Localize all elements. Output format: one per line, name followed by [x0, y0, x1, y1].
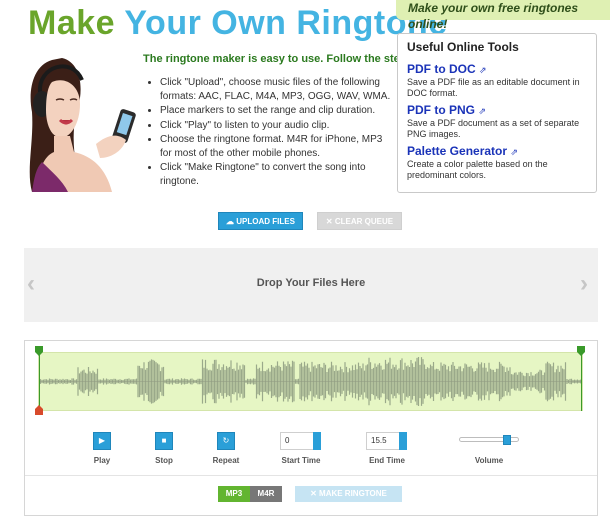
tool-link-label: Palette Generator [407, 144, 508, 158]
start-marker-line [39, 352, 40, 411]
tagline-badge: Make your own free ringtones online! [396, 0, 610, 31]
tool-desc: Save a PDF document as a set of separate… [407, 118, 580, 139]
external-link-icon: ⇗ [479, 65, 487, 75]
play-button[interactable]: ▶ [93, 432, 111, 450]
format-mp3-toggle[interactable]: MP3 [218, 486, 250, 502]
instruction-step: Choose the ringtone format. M4R for iPho… [160, 133, 396, 160]
waveform-area[interactable] [38, 352, 583, 411]
start-time-label: Start Time [281, 456, 321, 465]
instruction-step: Click "Make Ringtone" to convert the son… [160, 161, 396, 188]
playhead-marker[interactable] [34, 405, 44, 415]
close-icon: ✕ [325, 217, 333, 226]
instruction-step: Click "Play" to listen to your audio cli… [160, 119, 396, 133]
play-icon: ▶ [98, 436, 106, 445]
tool-desc: Create a color palette based on the pred… [407, 159, 548, 180]
drop-zone-text: Drop Your Files Here [256, 277, 366, 289]
external-link-icon: ⇗ [478, 106, 486, 116]
clear-queue-label: CLEAR QUEUE [334, 217, 394, 226]
upload-icon: ☁ [226, 217, 235, 226]
tools-heading: Useful Online Tools [407, 40, 519, 54]
tool-link-label: PDF to DOC [407, 62, 476, 76]
make-ringtone-button[interactable]: ✕ MAKE RINGTONE [295, 486, 402, 502]
upload-files-button[interactable]: ☁ UPLOAD FILES [218, 212, 303, 230]
end-time-label: End Time [369, 456, 405, 465]
external-link-icon: ⇗ [510, 147, 518, 157]
chevron-right-icon[interactable]: › [580, 270, 588, 298]
upload-files-label: UPLOAD FILES [236, 217, 295, 226]
close-icon: ✕ [310, 489, 317, 498]
play-label: Play [93, 456, 111, 465]
divider [25, 475, 597, 476]
tool-desc: Save a PDF file as an editable document … [407, 77, 580, 98]
end-marker-handle[interactable] [576, 346, 586, 356]
volume-label: Volume [474, 456, 504, 465]
page-title: Make Your Own Ringtone [28, 4, 448, 43]
title-part-1: Make [28, 4, 116, 42]
chevron-left-icon[interactable]: ‹ [27, 270, 35, 298]
instruction-step: Place markers to set the range and clip … [160, 104, 396, 118]
tool-link-label: PDF to PNG [407, 103, 475, 117]
repeat-label: Repeat [212, 456, 240, 465]
waveform-graphic [39, 357, 582, 406]
tool-link-palette-generator[interactable]: Palette Generator ⇗ [407, 144, 587, 159]
end-marker-line [581, 352, 582, 411]
stop-icon: ■ [161, 436, 167, 445]
make-ringtone-label: MAKE RINGTONE [319, 489, 387, 498]
format-m4r-toggle[interactable]: M4R [250, 486, 282, 502]
instructions-intro: The ringtone maker is easy to use. Follo… [143, 53, 417, 65]
useful-tools-box: Useful Online Tools PDF to DOC ⇗ Save a … [397, 33, 597, 193]
start-time-stepper[interactable] [313, 432, 321, 450]
clear-queue-button[interactable]: ✕ CLEAR QUEUE [317, 212, 402, 230]
tool-link-pdf-to-png[interactable]: PDF to PNG ⇗ [407, 103, 587, 118]
instruction-steps: Click "Upload", choose music files of th… [146, 76, 396, 189]
repeat-icon: ↻ [222, 436, 230, 445]
tool-link-pdf-to-doc[interactable]: PDF to DOC ⇗ [407, 62, 587, 77]
singer-illustration [29, 58, 136, 192]
repeat-button[interactable]: ↻ [217, 432, 235, 450]
instruction-step: Click "Upload", choose music files of th… [160, 76, 396, 103]
stop-label: Stop [155, 456, 173, 465]
end-time-stepper[interactable] [399, 432, 407, 450]
start-marker-handle[interactable] [34, 346, 44, 356]
volume-slider-thumb[interactable] [503, 435, 511, 445]
stop-button[interactable]: ■ [155, 432, 173, 450]
